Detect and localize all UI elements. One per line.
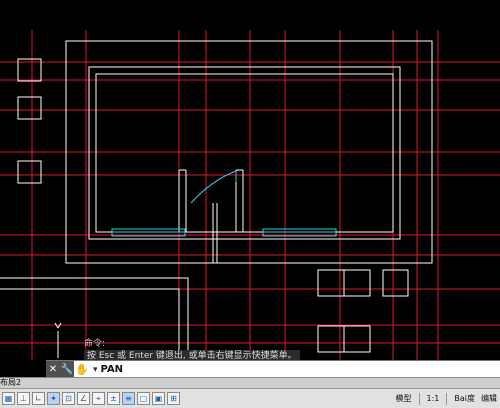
watermark-label: Bai度 xyxy=(454,393,475,404)
transparency-toggle-icon[interactable]: ▢ xyxy=(137,392,150,405)
sc-toggle-icon[interactable]: ⊞ xyxy=(167,392,180,405)
ducs-toggle-icon[interactable]: ⌖ xyxy=(92,392,105,405)
snap-toggle-icon[interactable]: ⊥ xyxy=(17,392,30,405)
polar-toggle-icon[interactable]: ✦ xyxy=(47,392,60,405)
floor-plan-walls xyxy=(0,41,432,360)
ortho-toggle-icon[interactable]: ∟ xyxy=(32,392,45,405)
otrack-toggle-icon[interactable]: ∠ xyxy=(77,392,90,405)
edit-button[interactable]: 编辑 xyxy=(481,393,497,404)
current-command[interactable]: PAN xyxy=(101,364,124,375)
close-icon[interactable]: ✕ xyxy=(46,361,60,378)
ucs-axis-icon xyxy=(55,323,61,358)
divider xyxy=(446,393,447,405)
layout-tabs: 布局2 xyxy=(0,377,500,388)
command-line[interactable]: ✕ 🔧 ✋ ▾ PAN xyxy=(46,360,500,378)
status-bar-right: 模型 1:1 Bai度 编辑 xyxy=(393,393,500,405)
model-button[interactable]: 模型 xyxy=(396,393,412,404)
command-history: 命令: 按 Esc 或 Enter 键退出, 或单击右键显示快捷菜单。 xyxy=(84,338,300,362)
windows-and-door xyxy=(112,171,336,236)
grid-toggle-icon[interactable]: ▦ xyxy=(2,392,15,405)
divider xyxy=(419,393,420,405)
command-line-buttons: ✕ 🔧 xyxy=(46,361,74,378)
history-line-1: 命令: xyxy=(84,338,300,350)
status-bar: ▦ ⊥ ∟ ✦ ⊡ ∠ ⌖ ± ≡ ▢ ▣ ⊞ 模型 1:1 Bai度 编辑 xyxy=(0,388,500,408)
tab-layout2[interactable]: 布局2 xyxy=(0,378,21,387)
hand-pan-icon: ✋ xyxy=(74,361,90,378)
osnap-toggle-icon[interactable]: ⊡ xyxy=(62,392,75,405)
qp-toggle-icon[interactable]: ▣ xyxy=(152,392,165,405)
annotation-scale[interactable]: 1:1 xyxy=(427,394,440,403)
lineweight-toggle-icon[interactable]: ≡ xyxy=(122,392,135,405)
chevron-down-icon[interactable]: ▾ xyxy=(93,365,98,375)
dyn-toggle-icon[interactable]: ± xyxy=(107,392,120,405)
wrench-icon[interactable]: 🔧 xyxy=(60,361,74,378)
